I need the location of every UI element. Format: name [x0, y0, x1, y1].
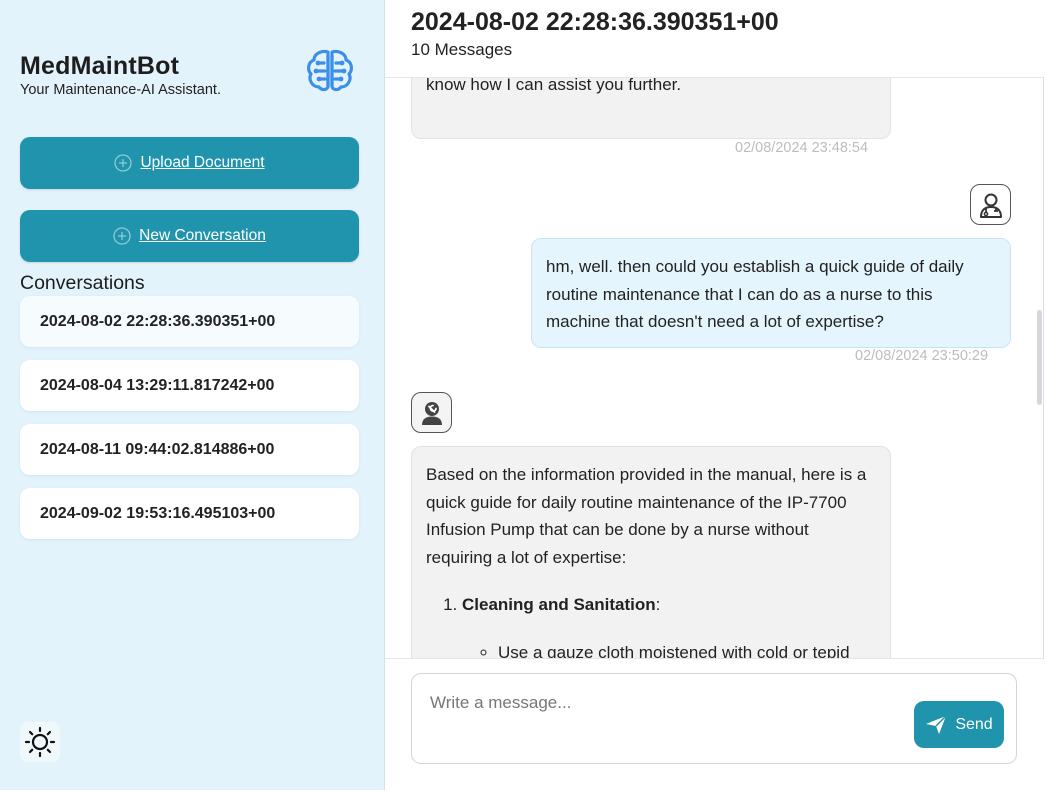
- plus-circle-icon: [114, 154, 133, 172]
- user-message: hm, well. then could you establish a qui…: [531, 238, 1011, 348]
- message-scrollbar[interactable]: [1037, 310, 1042, 405]
- message-count: 10 Messages: [411, 40, 513, 59]
- brain-circuit-icon: [304, 46, 356, 94]
- guide-substeps: Use a gauze cloth moistened with cold or…: [498, 639, 876, 659]
- brand: MedMaintBot Your Maintenance-AI Assistan…: [20, 52, 221, 98]
- send-button[interactable]: Send: [914, 701, 1004, 748]
- bot-avatar: [411, 392, 452, 433]
- paper-plane-icon: [926, 714, 947, 734]
- conversation-list: 2024-08-02 22:28:36.390351+00 2024-08-04…: [20, 296, 359, 552]
- app-subtitle: Your Maintenance-AI Assistant.: [20, 82, 221, 98]
- message-timestamp: 02/08/2024 23:50:29: [855, 348, 989, 364]
- guide-substep: Use a gauze cloth moistened with cold or…: [498, 639, 876, 659]
- chat-header: 2024-08-02 22:28:36.390351+00 10 Message…: [385, 0, 1044, 78]
- conversation-item[interactable]: 2024-08-04 13:29:11.817242+00: [20, 360, 359, 411]
- app-title: MedMaintBot: [20, 52, 180, 80]
- upload-document-label: Upload Document: [140, 154, 265, 171]
- sun-icon: [24, 726, 56, 758]
- guide-list: Cleaning and Sanitation: Use a gauze clo…: [462, 591, 876, 658]
- new-conversation-button[interactable]: New Conversation: [20, 210, 359, 262]
- user-avatar: [970, 184, 1011, 225]
- upload-document-button[interactable]: Upload Document: [20, 137, 359, 189]
- theme-toggle-button[interactable]: [20, 722, 60, 762]
- conversation-item[interactable]: 2024-08-11 09:44:02.814886+00: [20, 424, 359, 475]
- guide-step-title: Cleaning and Sanitation: [462, 595, 656, 614]
- user-doctor-icon: [979, 193, 1002, 218]
- new-conversation-label: New Conversation: [139, 227, 266, 244]
- wrench-bot-icon: [421, 401, 442, 425]
- guide-step-colon: :: [655, 595, 661, 614]
- send-label: Send: [955, 715, 993, 733]
- guide-step: Cleaning and Sanitation: Use a gauze clo…: [462, 591, 876, 658]
- bot-message: Based on the information provided in the…: [411, 446, 891, 658]
- message-text: questions or need details from this manu…: [426, 78, 682, 94]
- app-window: MedMaintBot Your Maintenance-AI Assistan…: [0, 0, 1047, 793]
- conversations-heading: Conversations: [20, 272, 145, 294]
- sidebar: MedMaintBot Your Maintenance-AI Assistan…: [0, 0, 385, 790]
- plus-circle-icon: [113, 227, 131, 245]
- message-timestamp: 02/08/2024 23:48:54: [735, 140, 869, 156]
- conversation-item[interactable]: 2024-09-02 19:53:16.495103+00: [20, 488, 359, 539]
- chat-panel: 2024-08-02 22:28:36.390351+00 10 Message…: [385, 0, 1044, 790]
- message-input[interactable]: [430, 688, 900, 718]
- message-text: Based on the information provided in the…: [426, 465, 867, 567]
- message-composer: Send: [411, 673, 1017, 764]
- message-list[interactable]: questions or need details from this manu…: [385, 78, 1044, 658]
- chat-title: 2024-08-02 22:28:36.390351+00: [411, 8, 779, 36]
- bot-message: questions or need details from this manu…: [411, 78, 891, 139]
- composer-area: Send: [385, 658, 1044, 790]
- conversation-item[interactable]: 2024-08-02 22:28:36.390351+00: [20, 296, 359, 347]
- message-text: hm, well. then could you establish a qui…: [546, 257, 964, 331]
